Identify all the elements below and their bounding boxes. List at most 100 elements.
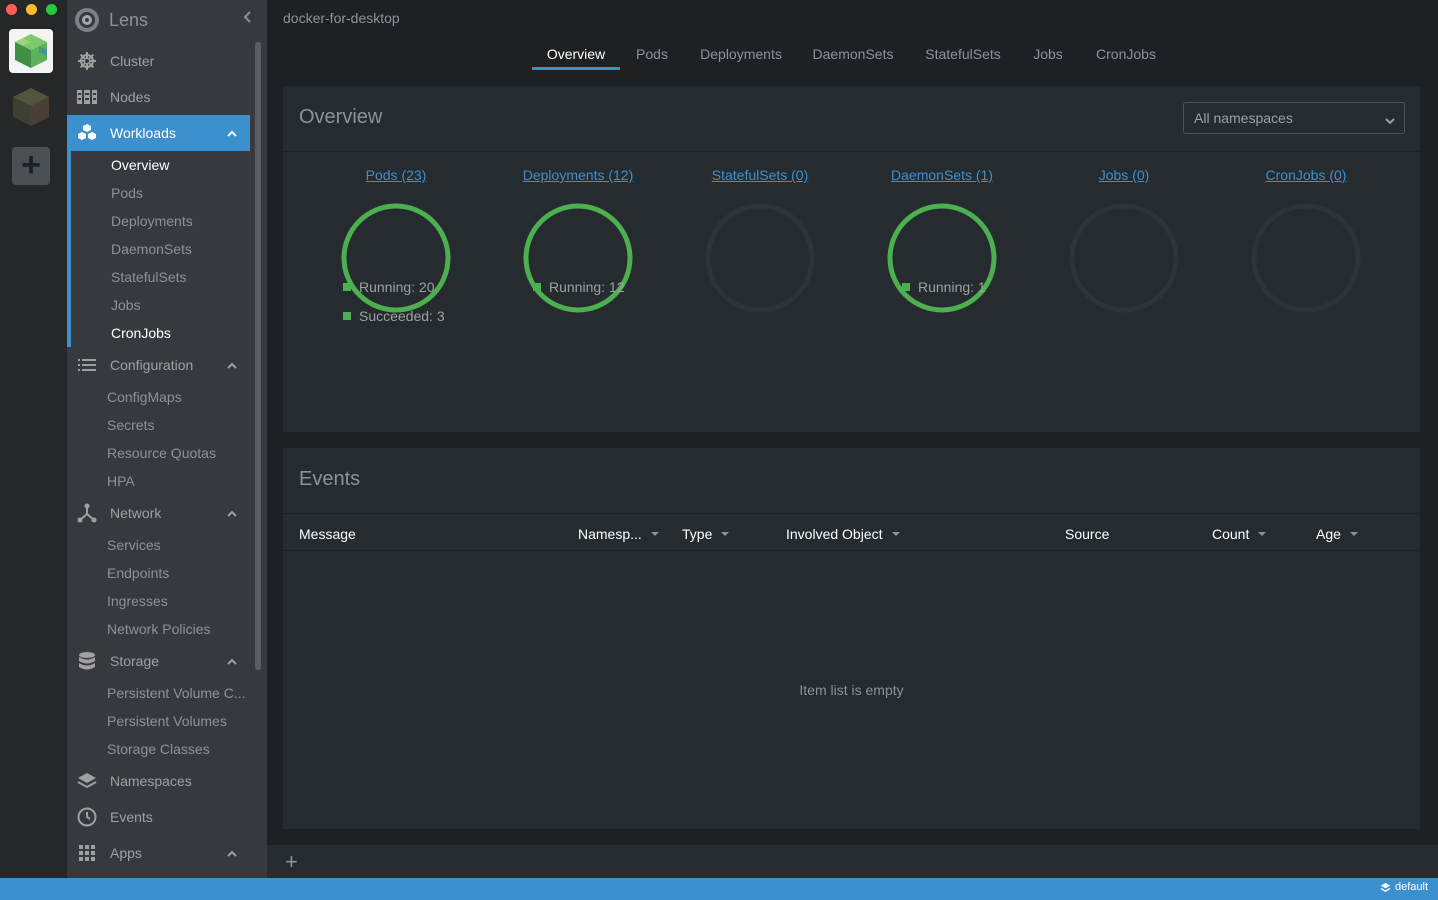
close-window-button[interactable] (6, 4, 17, 15)
sidebar-subitem-jobs[interactable]: Jobs (71, 291, 250, 319)
sidebar-item-label: Workloads (110, 125, 176, 141)
chevron-up-icon[interactable] (226, 125, 238, 141)
new-terminal-plus-icon[interactable]: + (285, 849, 298, 875)
deployments-link[interactable]: Deployments (12) (523, 167, 634, 183)
chevron-up-icon[interactable] (226, 845, 238, 861)
sidebar-subitem-network-policies[interactable]: Network Policies (67, 615, 250, 643)
sidebar-subitem-storage-classes[interactable]: Storage Classes (67, 735, 250, 763)
column-source[interactable]: Source (1065, 526, 1109, 542)
status-dot (902, 282, 910, 291)
cronjobs-link[interactable]: CronJobs (0) (1266, 167, 1347, 183)
tab-pods[interactable]: Pods (629, 46, 675, 70)
sidebar-subitem-secrets[interactable]: Secrets (67, 411, 250, 439)
sidebar-item-workloads[interactable]: Workloads (67, 115, 250, 151)
cluster-icon-inactive[interactable] (9, 85, 53, 129)
apps-grid-icon (76, 842, 98, 864)
sidebar-subitem-daemonsets[interactable]: DaemonSets (71, 235, 250, 263)
chevron-up-icon[interactable] (226, 505, 238, 521)
column-label: Count (1212, 526, 1250, 542)
pods-legend: Running: 20 Succeeded: 3 (343, 272, 445, 330)
sidebar-subitem-persistent-volume-claims[interactable]: Persistent Volume C... (67, 679, 250, 707)
sidebar: Lens Cluster Nodes Workloads Overview Po… (67, 0, 267, 878)
status-dot (343, 311, 351, 320)
sidebar-item-apps[interactable]: Apps (67, 835, 250, 871)
namespace-select[interactable]: All namespaces (1183, 102, 1405, 134)
tab-statefulsets[interactable]: StatefulSets (920, 46, 1006, 70)
sidebar-item-network[interactable]: Network (67, 495, 250, 531)
tab-cronjobs[interactable]: CronJobs (1090, 46, 1162, 70)
workloads-submenu: Overview Pods Deployments DaemonSets Sta… (67, 151, 250, 347)
column-label: Source (1065, 526, 1110, 542)
sidebar-subitem-cronjobs[interactable]: CronJobs (71, 319, 250, 347)
workload-statefulsets: StatefulSets (0) (669, 152, 851, 314)
sidebar-subitem-services[interactable]: Services (67, 531, 250, 559)
legend-item: Succeeded: 3 (343, 301, 445, 330)
plus-icon: + (21, 146, 41, 184)
column-count[interactable]: Count (1212, 526, 1267, 542)
sidebar-item-label: Network (110, 505, 162, 521)
tab-overview[interactable]: Overview (532, 46, 620, 70)
cube-cluster-icon (15, 34, 47, 68)
sidebar-item-configuration[interactable]: Configuration (67, 347, 250, 383)
add-cluster-button[interactable]: + (12, 147, 50, 185)
sidebar-item-nodes[interactable]: Nodes (67, 79, 250, 115)
status-bar: default (0, 878, 1438, 900)
column-namespace[interactable]: Namesp... (578, 526, 659, 542)
sidebar-item-cluster[interactable]: Cluster (67, 43, 250, 79)
overview-panel: Overview All namespaces Pods (23) Deploy… (283, 86, 1420, 432)
minimize-window-button[interactable] (26, 4, 37, 15)
workload-cronjobs: CronJobs (0) (1215, 152, 1397, 314)
sidebar-scrollbar[interactable] (255, 42, 261, 670)
statefulsets-link[interactable]: StatefulSets (0) (712, 167, 809, 183)
sidebar-subitem-endpoints[interactable]: Endpoints (67, 559, 250, 587)
sidebar-subitem-ingresses[interactable]: Ingresses (67, 587, 250, 615)
legend-label: Running: 12 (549, 278, 625, 295)
events-title: Events (299, 468, 361, 490)
column-type[interactable]: Type (682, 526, 730, 542)
column-label: Type (682, 526, 713, 542)
chevron-down-icon (1384, 112, 1396, 128)
tab-jobs[interactable]: Jobs (1028, 46, 1068, 70)
sidebar-item-events[interactable]: Events (67, 799, 250, 835)
collapse-sidebar-icon[interactable] (243, 10, 253, 29)
column-message[interactable]: Message (299, 526, 356, 542)
sidebar-subitem-statefulsets[interactable]: StatefulSets (71, 263, 250, 291)
sidebar-subitem-configmaps[interactable]: ConfigMaps (67, 383, 250, 411)
sidebar-subitem-pods[interactable]: Pods (71, 179, 250, 207)
jobs-link[interactable]: Jobs (0) (1099, 167, 1150, 183)
sidebar-item-label: Configuration (110, 357, 194, 373)
network-icon (76, 502, 98, 524)
sidebar-subitem-resource-quotas[interactable]: Resource Quotas (67, 439, 250, 467)
statefulsets-ring-chart (705, 203, 815, 313)
cronjobs-ring-chart (1251, 203, 1361, 313)
sidebar-subitem-hpa[interactable]: HPA (67, 467, 250, 495)
workload-jobs: Jobs (0) (1033, 152, 1215, 314)
sidebar-item-namespaces[interactable]: Namespaces (67, 763, 250, 799)
namespaces-layers-icon (76, 770, 98, 792)
chevron-up-icon[interactable] (226, 653, 238, 669)
cluster-icon-active[interactable] (9, 29, 53, 73)
sidebar-item-storage[interactable]: Storage (67, 643, 250, 679)
column-involved-object[interactable]: Involved Object (786, 526, 900, 542)
top-bar: docker-for-desktop (267, 0, 1438, 36)
nodes-icon (76, 86, 98, 108)
lens-logo-icon (75, 8, 99, 32)
sidebar-subitem-overview[interactable]: Overview (71, 151, 250, 179)
cluster-name: docker-for-desktop (283, 10, 400, 26)
maximize-window-button[interactable] (46, 4, 57, 15)
events-clock-icon (76, 806, 98, 828)
workloads-tabs: Overview Pods Deployments DaemonSets Sta… (267, 36, 1438, 70)
chevron-up-icon[interactable] (226, 357, 238, 373)
daemonsets-link[interactable]: DaemonSets (1) (891, 167, 993, 183)
status-dot (343, 282, 351, 291)
sort-caret-icon (1349, 532, 1358, 536)
sidebar-subitem-deployments[interactable]: Deployments (71, 207, 250, 235)
pods-link[interactable]: Pods (23) (366, 167, 427, 183)
column-age[interactable]: Age (1316, 526, 1358, 542)
tab-deployments[interactable]: Deployments (695, 46, 787, 70)
context-indicator[interactable]: default (1380, 881, 1428, 893)
tab-daemonsets[interactable]: DaemonSets (808, 46, 898, 70)
sidebar-subitem-persistent-volumes[interactable]: Persistent Volumes (67, 707, 250, 735)
layers-icon (1380, 882, 1391, 892)
daemonsets-legend: Running: 1 (902, 272, 986, 301)
